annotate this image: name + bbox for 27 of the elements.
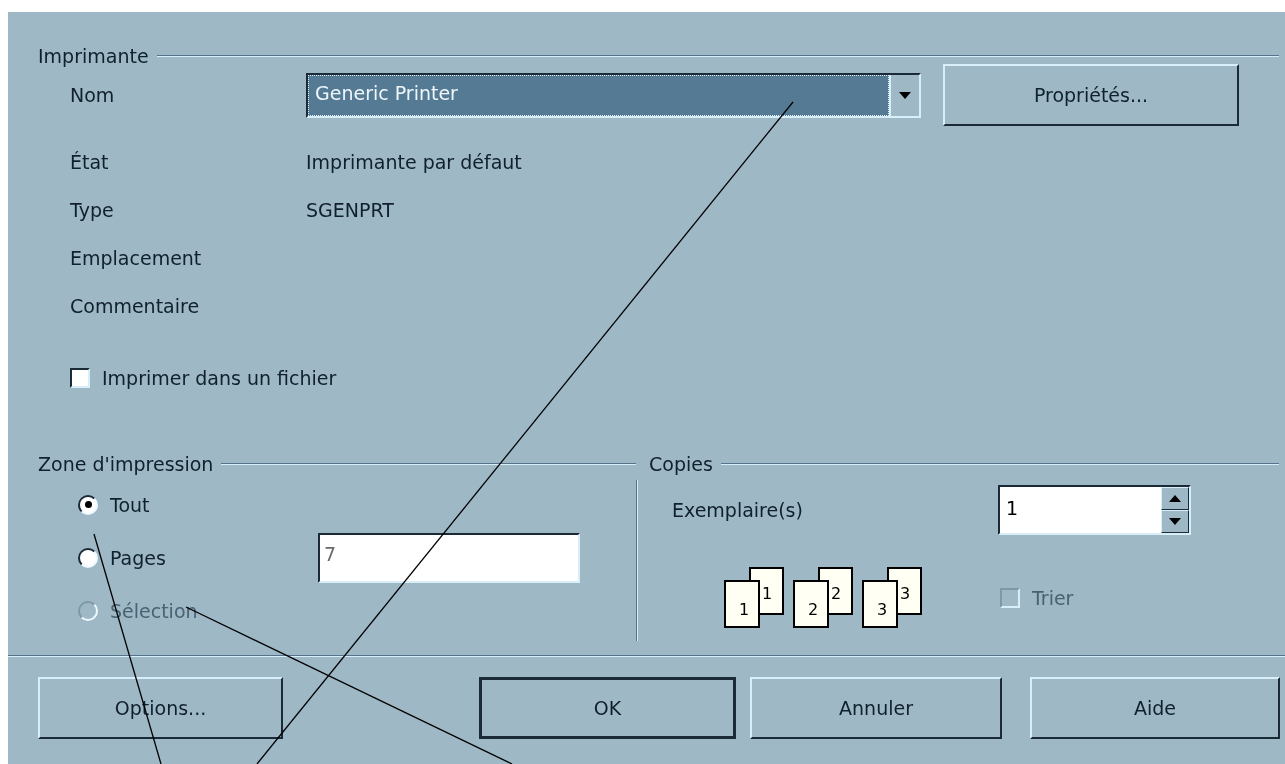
field-value: SGENPRT (306, 199, 394, 221)
radio-label: Tout (110, 493, 150, 516)
radio-button[interactable] (78, 494, 98, 515)
radio-button[interactable] (78, 547, 98, 568)
field-label: Type (70, 199, 115, 221)
dialog-button[interactable]: Annuler (750, 677, 1002, 739)
printer-dropdown[interactable]: Generic Printer (306, 72, 921, 118)
field-label: Nom (70, 84, 116, 106)
checkbox-label: Imprimer dans un fichier (102, 367, 337, 389)
checkbox-label: Trier (1032, 587, 1074, 609)
copies-spin-field[interactable]: 1 (998, 485, 1191, 535)
field-label: Exemplaire(s) (672, 499, 804, 521)
section-title: Zone d'impression (38, 453, 214, 475)
dialog-button[interactable]: OK (479, 677, 736, 739)
radio-label: Pages (110, 546, 167, 569)
field-label: Commentaire (70, 295, 201, 317)
section-title: Copies (649, 453, 713, 475)
checkbox[interactable] (70, 368, 90, 388)
down-arrow-icon (899, 91, 911, 99)
section-title: Imprimante (38, 45, 149, 67)
field-label: Emplacement (70, 247, 203, 269)
properties-button[interactable]: Propriétés... (943, 64, 1239, 126)
down-arrow-icon (1169, 518, 1181, 525)
field-value: Imprimante par défaut (306, 151, 522, 173)
up-arrow-icon (1169, 495, 1181, 502)
dialog-button[interactable]: Aide (1030, 677, 1280, 739)
field-label: État (70, 151, 110, 173)
